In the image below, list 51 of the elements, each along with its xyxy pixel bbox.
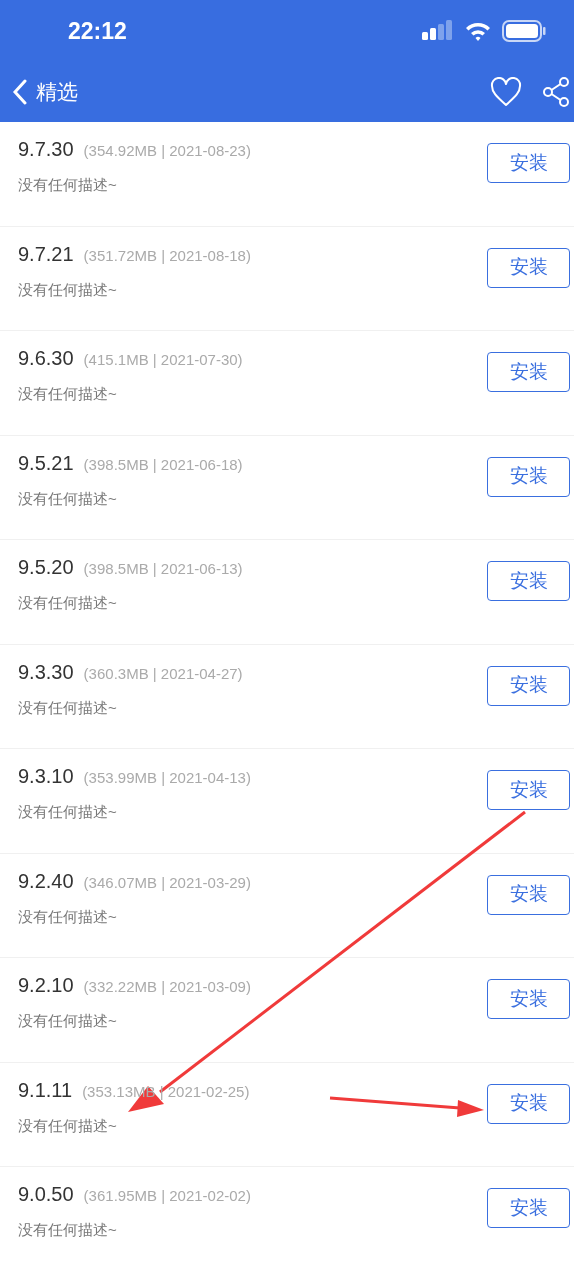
version-number: 9.7.21 bbox=[18, 241, 74, 267]
version-description: 没有任何描述~ bbox=[18, 1011, 118, 1031]
wifi-icon bbox=[464, 20, 492, 42]
version-meta: (398.5MB | 2021-06-18) bbox=[83, 454, 243, 475]
version-description: 没有任何描述~ bbox=[18, 1115, 118, 1136]
version-number: 9.5.20 bbox=[18, 555, 74, 580]
version-description: 没有任何描述~ bbox=[18, 384, 118, 404]
signal-icon bbox=[422, 20, 454, 42]
install-button[interactable]: 安装 bbox=[487, 456, 570, 497]
version-meta: (354.92MB | 2021-08-23) bbox=[83, 141, 251, 161]
version-meta: (346.07MB | 2021-03-29) bbox=[83, 872, 251, 893]
version-meta: (332.22MB | 2021-03-09) bbox=[83, 977, 251, 997]
version-meta: (398.5MB | 2021-06-13) bbox=[83, 559, 243, 579]
version-description: 没有任何描述~ bbox=[18, 175, 118, 195]
install-button[interactable]: 安装 bbox=[487, 352, 570, 392]
back-button[interactable]: 精选 bbox=[12, 76, 78, 108]
version-meta: (361.95MB | 2021-02-02) bbox=[83, 1186, 251, 1206]
version-description: 没有任何描述~ bbox=[18, 906, 118, 927]
version-description: 没有任何描述~ bbox=[18, 1220, 118, 1240]
version-meta: (351.72MB | 2021-08-18) bbox=[83, 245, 251, 266]
install-button[interactable]: 安装 bbox=[487, 665, 570, 706]
version-number: 9.6.30 bbox=[18, 346, 74, 371]
version-number: 9.5.21 bbox=[18, 450, 74, 476]
version-number: 9.1.11 bbox=[18, 1077, 73, 1103]
version-meta: (353.99MB | 2021-04-13) bbox=[83, 768, 251, 788]
version-number: 9.0.50 bbox=[18, 1182, 74, 1207]
version-number: 9.3.10 bbox=[18, 764, 74, 789]
version-meta: (415.1MB | 2021-07-30) bbox=[83, 350, 243, 370]
install-button[interactable]: 安装 bbox=[487, 247, 570, 288]
battery-icon bbox=[502, 20, 546, 42]
version-number: 9.2.40 bbox=[18, 868, 74, 894]
version-number: 9.7.30 bbox=[18, 137, 74, 162]
version-description: 没有任何描述~ bbox=[18, 488, 118, 509]
version-number: 9.3.30 bbox=[18, 659, 74, 685]
version-description: 没有任何描述~ bbox=[18, 802, 118, 822]
version-description: 没有任何描述~ bbox=[18, 697, 118, 718]
install-button[interactable]: 安装 bbox=[487, 874, 570, 915]
install-button[interactable]: 安装 bbox=[487, 1188, 570, 1228]
install-button[interactable]: 安装 bbox=[487, 770, 570, 810]
install-button[interactable]: 安装 bbox=[487, 143, 570, 183]
heart-icon[interactable] bbox=[490, 77, 522, 107]
version-description: 没有任何描述~ bbox=[18, 593, 118, 613]
install-button[interactable]: 安装 bbox=[487, 561, 570, 601]
back-chevron-icon bbox=[12, 79, 28, 105]
status-time: 22:12 bbox=[68, 16, 127, 46]
share-icon[interactable] bbox=[542, 77, 570, 107]
version-number: 9.2.10 bbox=[18, 973, 74, 998]
version-meta: (360.3MB | 2021-04-27) bbox=[83, 663, 243, 684]
version-description: 没有任何描述~ bbox=[18, 279, 118, 300]
install-button[interactable]: 安装 bbox=[487, 979, 570, 1019]
install-button[interactable]: 安装 bbox=[487, 1083, 570, 1124]
